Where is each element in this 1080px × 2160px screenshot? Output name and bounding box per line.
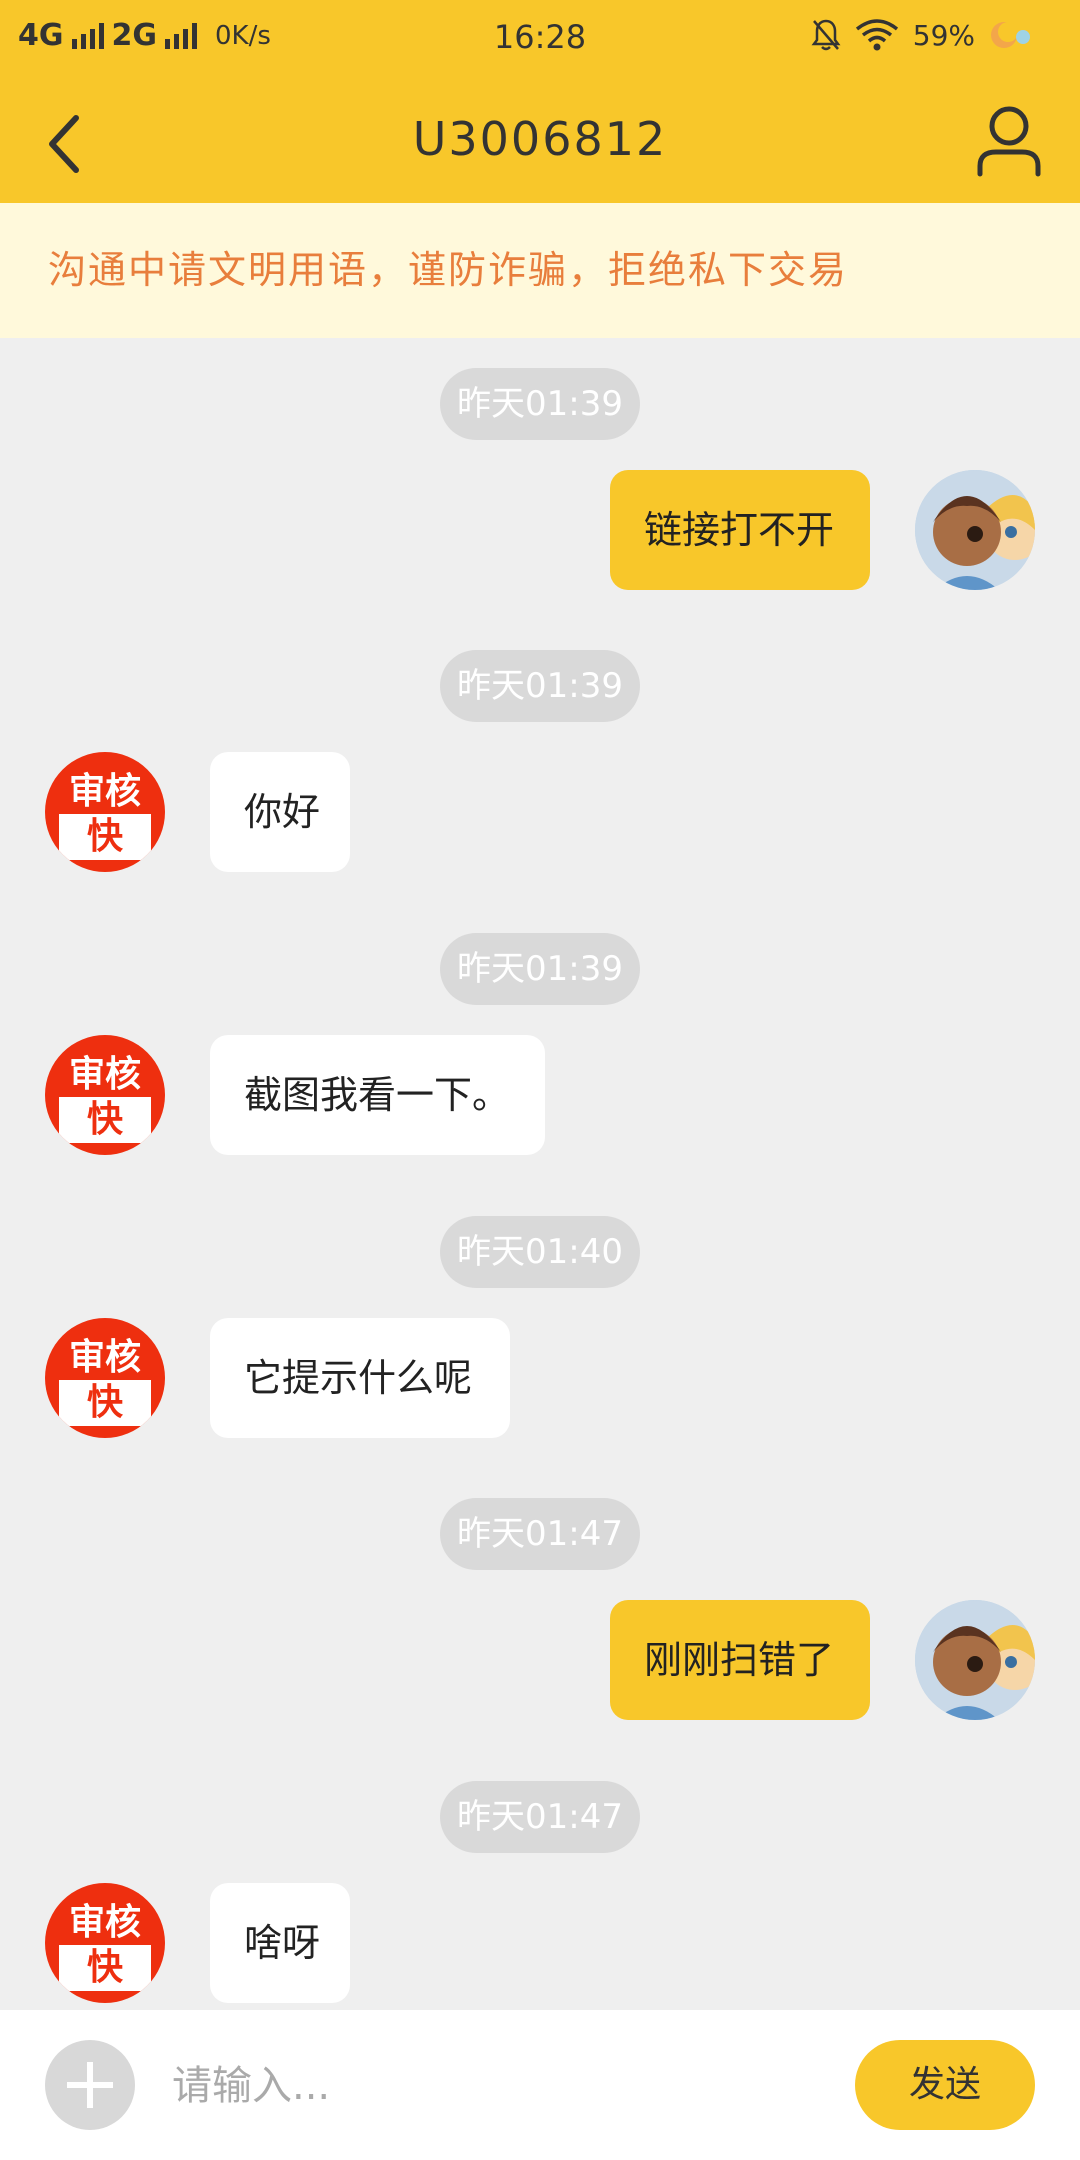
user-avatar-image — [915, 470, 1035, 590]
app-header: 4G 2G 0K/s 16:28 59% U3006812 — [0, 0, 1080, 203]
bot-avatar[interactable]: 审核 快 — [45, 1035, 165, 1155]
bot-avatar-box: 快 — [59, 1945, 151, 1991]
bot-avatar-box: 快 — [59, 1097, 151, 1143]
message-bubble-incoming[interactable]: 你好 — [210, 752, 350, 872]
wifi-icon — [855, 19, 898, 51]
message-timestamp: 昨天01:39 — [440, 650, 640, 722]
bot-avatar-box: 快 — [59, 814, 151, 860]
bot-avatar-label-bottom: 快 — [86, 1099, 123, 1140]
bot-avatar[interactable]: 审核 快 — [45, 752, 165, 872]
message-input[interactable] — [170, 2050, 814, 2122]
bot-avatar-label-top: 审核 — [68, 1054, 141, 1095]
user-avatar[interactable] — [915, 1600, 1035, 1720]
bell-muted-icon — [811, 19, 841, 51]
bot-avatar-label-bottom: 快 — [86, 1947, 123, 1988]
battery-percent: 59% — [912, 18, 975, 52]
nav-bar: U3006812 — [0, 90, 1080, 190]
message-timestamp: 昨天01:39 — [440, 368, 640, 440]
safety-notice: 沟通中请文明用语，谨防诈骗，拒绝私下交易 — [0, 203, 1080, 338]
bot-avatar-label-top: 审核 — [68, 771, 141, 812]
status-right: 59% — [811, 18, 1035, 52]
message-bubble-incoming[interactable]: 它提示什么呢 — [210, 1318, 510, 1438]
bot-avatar[interactable]: 审核 快 — [45, 1883, 165, 2003]
bot-avatar-label-top: 审核 — [68, 1337, 141, 1378]
message-bubble-outgoing[interactable]: 刚刚扫错了 — [610, 1600, 870, 1720]
chat-title: U3006812 — [412, 112, 668, 166]
input-bar: 发送 — [0, 2010, 1080, 2160]
bot-avatar-label-bottom: 快 — [86, 816, 123, 857]
send-button[interactable]: 发送 — [855, 2040, 1035, 2130]
add-attachment-button[interactable] — [45, 2040, 135, 2130]
bot-avatar-label-bottom: 快 — [86, 1382, 123, 1423]
user-avatar-image — [915, 1600, 1035, 1720]
bot-avatar-label-top: 审核 — [68, 1902, 141, 1943]
message-bubble-outgoing[interactable]: 链接打不开 — [610, 470, 870, 590]
message-timestamp: 昨天01:47 — [440, 1781, 640, 1853]
user-avatar[interactable] — [915, 470, 1035, 590]
bot-avatar[interactable]: 审核 快 — [45, 1318, 165, 1438]
status-bar: 4G 2G 0K/s 16:28 59% — [0, 0, 1080, 70]
bot-avatar-box: 快 — [59, 1380, 151, 1426]
battery-icon — [991, 22, 1030, 48]
message-timestamp: 昨天01:47 — [440, 1498, 640, 1570]
message-timestamp: 昨天01:40 — [440, 1216, 640, 1288]
message-bubble-incoming[interactable]: 截图我看一下。 — [210, 1035, 545, 1155]
message-bubble-incoming[interactable]: 啥呀 — [210, 1883, 350, 2003]
profile-icon[interactable] — [974, 104, 1044, 180]
message-timestamp: 昨天01:39 — [440, 933, 640, 1005]
message-list[interactable]: 昨天01:39 链接打不开 昨天01:39 审核 快 你好 昨天01:39 审核… — [0, 338, 1080, 2010]
